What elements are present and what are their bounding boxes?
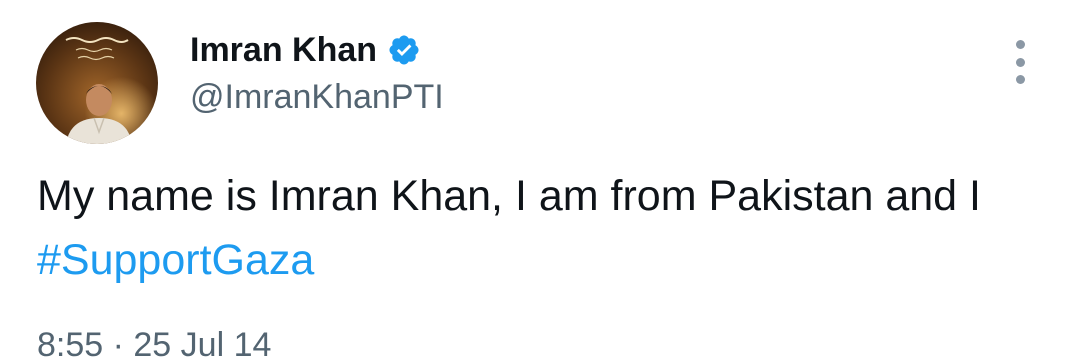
author-display-name[interactable]: Imran Khan bbox=[190, 31, 377, 70]
more-options-button[interactable] bbox=[1004, 40, 1036, 84]
avatar[interactable] bbox=[36, 22, 158, 144]
verified-badge-icon bbox=[387, 33, 421, 67]
author-name-row: Imran Khan bbox=[190, 26, 421, 74]
tweet-timestamp[interactable]: 8:55 · 25 Jul 14 bbox=[37, 326, 271, 359]
tweet-card[interactable]: Imran Khan @ImranKhanPTI My name is Imra… bbox=[0, 0, 1080, 359]
tweet-text-body: My name is Imran Khan, I am from Pakista… bbox=[37, 172, 981, 220]
author-handle[interactable]: @ImranKhanPTI bbox=[190, 78, 444, 117]
profile-photo-icon bbox=[36, 22, 158, 144]
tweet-text: My name is Imran Khan, I am from Pakista… bbox=[37, 164, 1047, 292]
more-options-icon bbox=[1015, 40, 1025, 49]
hashtag-link[interactable]: #SupportGaza bbox=[37, 236, 314, 284]
